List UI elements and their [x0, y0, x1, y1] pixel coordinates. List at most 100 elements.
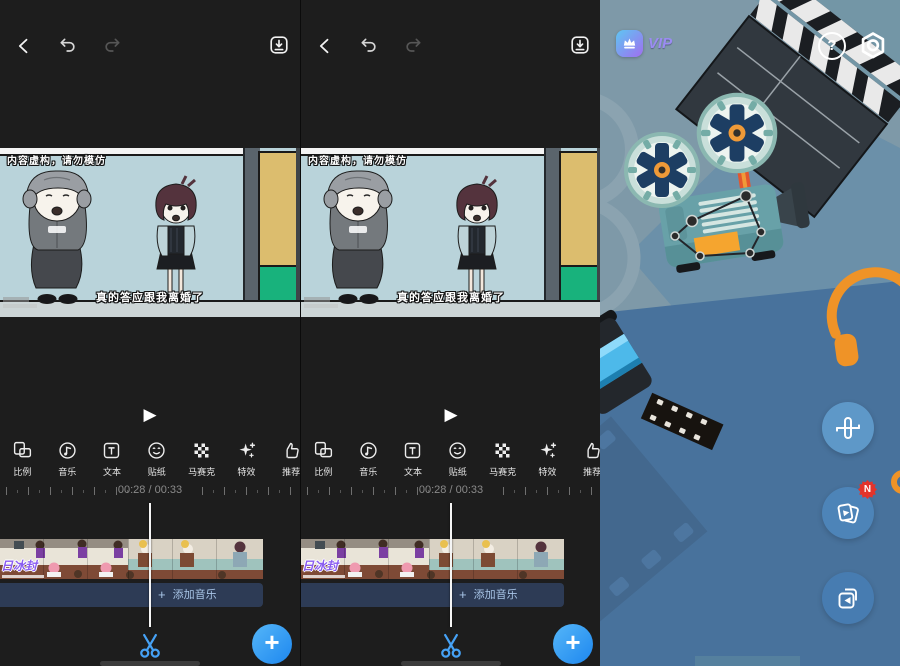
plus-icon: +: [459, 583, 467, 607]
clip-title-overlay: 日冰封: [1, 557, 37, 574]
editor-panel-right: 内容虚构，请勿模仿 真的答应跟我离婚了 ▶ 比例 音乐 文本 贴纸 马赛克 特效: [300, 0, 600, 666]
subtitle-text: 真的答应跟我离婚了: [20, 289, 280, 305]
video-cards-icon: [835, 500, 861, 526]
text-icon: [101, 440, 122, 461]
tool-recommend[interactable]: 推荐: [269, 440, 300, 478]
tool-label: 比例: [301, 465, 346, 478]
home-indicator: [100, 661, 200, 666]
timeline-track[interactable]: 日冰封: [301, 539, 564, 579]
undo-icon[interactable]: [359, 36, 379, 56]
subtitle-text: 真的答应跟我离婚了: [321, 289, 581, 305]
adjust-body-button[interactable]: [822, 402, 874, 454]
tool-music[interactable]: 音乐: [346, 440, 391, 478]
ratio-icon: [313, 440, 334, 461]
settings-button[interactable]: [856, 29, 890, 63]
add-clip-button[interactable]: +: [553, 624, 593, 664]
tool-ratio[interactable]: 比例: [0, 440, 45, 478]
plus-icon: +: [158, 583, 166, 607]
tool-label: 特效: [224, 465, 269, 478]
music-icon: [358, 440, 379, 461]
tool-label: 音乐: [45, 465, 90, 478]
tool-sticker[interactable]: 贴纸: [435, 440, 480, 478]
time-display: 00:28 / 00:33: [0, 484, 300, 496]
tool-label: 马赛克: [480, 465, 525, 478]
tool-label: 文本: [391, 465, 436, 478]
thumbs-up-icon: [582, 440, 600, 461]
add-music-track[interactable]: + 添加音乐: [301, 583, 564, 607]
edit-toolbar: 比例 音乐 文本 贴纸 马赛克 特效 推荐: [301, 440, 600, 478]
tool-text[interactable]: 文本: [391, 440, 436, 478]
home-indicator: [401, 661, 501, 666]
video-preview[interactable]: 内容虚构，请勿模仿 真的答应跟我离婚了: [0, 148, 300, 317]
tool-effects[interactable]: 特效: [224, 440, 269, 478]
plus-icon: +: [565, 627, 580, 657]
redo-icon[interactable]: [403, 36, 423, 56]
shoot-template-button[interactable]: N: [822, 487, 874, 539]
ratio-icon: [12, 440, 33, 461]
back-icon[interactable]: [14, 36, 34, 56]
export-icon[interactable]: [268, 34, 290, 56]
app-window: 内容虚构，请勿模仿 真的答应跟我离婚了 ▶ 比例 音乐 文本 贴纸 马赛克 特效: [0, 0, 900, 666]
video-preview[interactable]: 内容虚构，请勿模仿 真的答应跟我离婚了: [301, 148, 600, 317]
playhead: [450, 503, 452, 627]
tool-mosaic[interactable]: 马赛克: [179, 440, 224, 478]
effects-icon: [236, 440, 257, 461]
cut-button[interactable]: [136, 631, 164, 659]
help-button[interactable]: ?: [818, 32, 846, 60]
disclaimer-text: 内容虚构，请勿模仿: [7, 152, 106, 167]
clip-subtitle-overlay: [2, 575, 44, 578]
tool-recommend[interactable]: 推荐: [570, 440, 600, 478]
timeline-track[interactable]: 日冰封: [0, 539, 263, 579]
gear-icon: [856, 29, 890, 63]
tool-sticker[interactable]: 贴纸: [134, 440, 179, 478]
tool-label: 推荐: [269, 465, 300, 478]
sticker-icon: [447, 440, 468, 461]
watermark: [3, 297, 37, 308]
add-music-label: 添加音乐: [173, 583, 217, 607]
play-button[interactable]: ▶: [0, 404, 300, 426]
question-icon: ?: [827, 37, 836, 54]
vip-label: VIP: [648, 35, 672, 52]
tool-label: 贴纸: [435, 465, 480, 478]
export-icon[interactable]: [569, 34, 591, 56]
tool-label: 文本: [90, 465, 135, 478]
timeline-thumbnails-art: [0, 539, 263, 579]
tool-ratio[interactable]: 比例: [301, 440, 346, 478]
sticker-icon: [146, 440, 167, 461]
add-music-label: 添加音乐: [474, 583, 518, 607]
add-clip-button[interactable]: +: [252, 624, 292, 664]
home-panel: VIP ? N: [600, 0, 900, 666]
tool-label: 马赛克: [179, 465, 224, 478]
playhead: [149, 503, 151, 627]
editor-panel-left: 内容虚构，请勿模仿 真的答应跟我离婚了 ▶ 比例 音乐 文本 贴纸 马赛克 特效: [0, 0, 300, 666]
tool-text[interactable]: 文本: [90, 440, 135, 478]
play-button[interactable]: ▶: [301, 404, 600, 426]
studio-illustration: [600, 0, 900, 666]
tool-label: 音乐: [346, 465, 391, 478]
undo-icon[interactable]: [58, 36, 78, 56]
vip-button[interactable]: VIP: [616, 30, 672, 57]
tool-label: 贴纸: [134, 465, 179, 478]
time-display: 00:28 / 00:33: [301, 484, 600, 496]
play-icon: ▶: [143, 405, 156, 424]
tool-effects[interactable]: 特效: [525, 440, 570, 478]
plus-icon: +: [264, 627, 279, 657]
disclaimer-text: 内容虚构，请勿模仿: [308, 152, 407, 167]
mosaic-icon: [191, 440, 212, 461]
redo-icon[interactable]: [102, 36, 122, 56]
tool-music[interactable]: 音乐: [45, 440, 90, 478]
text-icon: [402, 440, 423, 461]
cut-button[interactable]: [437, 631, 465, 659]
crown-icon: [616, 30, 643, 57]
tool-mosaic[interactable]: 马赛克: [480, 440, 525, 478]
clip-subtitle-overlay: [303, 575, 345, 578]
timeline-thumbnails-art: [301, 539, 564, 579]
add-music-track[interactable]: + 添加音乐: [0, 583, 263, 607]
scissors-icon: [136, 631, 164, 659]
edit-toolbar: 比例 音乐 文本 贴纸 马赛克 特效 推荐: [0, 440, 300, 478]
mosaic-icon: [492, 440, 513, 461]
back-icon[interactable]: [315, 36, 335, 56]
gallery-button[interactable]: [822, 572, 874, 624]
clip-title-overlay: 日冰封: [302, 557, 338, 574]
tool-label: 比例: [0, 465, 45, 478]
